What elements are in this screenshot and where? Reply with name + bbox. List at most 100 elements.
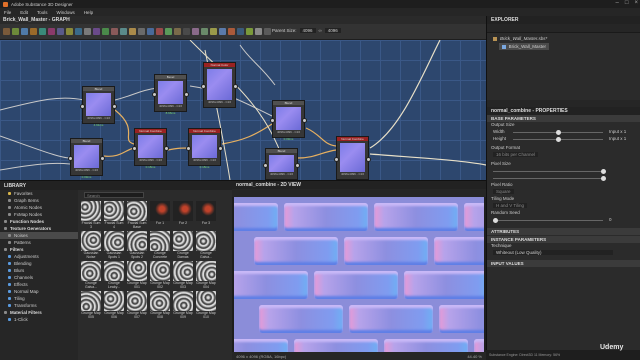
edge-detect-icon[interactable] [255,28,262,35]
pin-icon[interactable] [30,28,37,35]
seed-knob[interactable] [493,218,498,223]
transform-icon[interactable] [138,28,145,35]
node-output-port[interactable] [100,156,105,161]
library-category-patterns[interactable]: Patterns [0,239,78,246]
emboss-icon[interactable] [264,28,271,35]
attributes-header[interactable]: ATTRIBUTES [487,228,640,235]
node-input-port[interactable] [68,156,73,161]
library-category-normal-map[interactable]: Normal Map [0,288,78,295]
node-input-port[interactable] [152,92,157,97]
maximize-icon[interactable]: □ [625,0,629,6]
library-thumbnail[interactable]: Fractal Sum Base [127,201,147,230]
library-thumbnail[interactable]: Grunge Leaky... [104,261,124,290]
library-category-noises[interactable]: Noises [0,232,78,239]
pixel-ratio-dropdown[interactable]: Square [493,189,514,194]
library-thumbnail[interactable]: Grunge Map 005 [81,291,101,320]
graph-node[interactable]: Bevel 4096x4096 - C16 8.66ms [152,74,189,115]
graph-node[interactable]: Blend 4096x4096 - C16 0.09ms [270,100,307,141]
parent-size-width[interactable]: 4096 [299,28,316,33]
library-thumbnail[interactable]: Grunge Galva... [81,261,101,290]
width-slider-knob[interactable] [556,130,561,135]
library-thumbnail[interactable]: Fur 1 [150,201,170,230]
output-icon[interactable] [201,28,208,35]
pixel-size-knob-1[interactable] [601,169,606,174]
library-category-transforms[interactable]: Transforms [0,302,78,309]
library-category-favorites[interactable]: Favorites [0,190,78,197]
menu-item-tools[interactable]: Tools [37,10,48,15]
node-input-port[interactable] [132,146,137,151]
warp-icon[interactable] [165,28,172,35]
grayscale-icon[interactable] [111,28,118,35]
parent-size-height[interactable]: 4096 [324,28,341,33]
seed-slider[interactable] [493,218,603,223]
explorer-package[interactable]: Brick_Wall_Master.sbs* [493,36,634,41]
library-search-input[interactable]: Search [87,193,100,198]
library-category-fxmap-nodes[interactable]: FxMap Nodes [0,211,78,218]
graph-node[interactable]: Blend 4096x4096 - C16 0.09ms [68,138,105,179]
library-category-atomic-nodes[interactable]: Atomic Nodes [0,204,78,211]
library-category-1-click[interactable]: 1-Click [0,316,78,323]
view-2d-zoom[interactable]: 44.40 % [467,354,482,359]
explorer-graph-item[interactable]: Brick_Wall_Master [499,43,549,50]
library-search[interactable]: Search [84,192,144,198]
bitmap-icon[interactable] [57,28,64,35]
normal-map-preview[interactable] [234,197,484,353]
graph-node[interactable]: Normal Color 4096x4096 - C16 [201,62,238,108]
library-thumbnail[interactable]: Grunge Map 001 [127,261,147,290]
graph-canvas[interactable]: Blend 4096x4096 - C16 4.91ms Bevel 4096x4096… [0,40,486,180]
node-input-port[interactable] [201,84,206,89]
close-icon[interactable]: × [634,0,638,6]
library-thumbnail[interactable]: Fractal Sum 3 [81,201,101,230]
pixel-size-slider-2[interactable] [493,176,606,181]
library-thumbnail[interactable]: Grunge Map 004 [196,261,216,290]
tiling-dropdown[interactable]: H and V Tiling [493,203,528,208]
library-thumbnail[interactable]: Grunge Map 007 [127,291,147,320]
library-category-effects[interactable]: Effects [0,281,78,288]
pixel-size-knob-2[interactable] [601,176,606,181]
node-input-port[interactable] [263,163,268,168]
curve-icon[interactable] [129,28,136,35]
input-values-header[interactable]: INPUT VALUES [487,260,640,267]
instance-parameters-header[interactable]: INSTANCE PARAMETERS [487,236,640,243]
node-output-port[interactable] [184,92,189,97]
hsl-icon[interactable] [102,28,109,35]
node-output-port[interactable] [218,146,223,151]
node-input-port[interactable] [334,157,339,162]
height-slider-knob[interactable] [556,137,561,142]
library-category-filters[interactable]: Filters [0,246,78,253]
levels-icon[interactable] [93,28,100,35]
add-node-icon[interactable] [3,28,10,35]
library-thumbnail[interactable]: Gaussian Spots 2 [127,231,147,260]
library-category-blurs[interactable]: Blurs [0,267,78,274]
blur-icon[interactable] [147,28,154,35]
library-thumbnail[interactable]: Gaussian Spots 1 [104,231,124,260]
fxmap-icon[interactable] [228,28,235,35]
height-icon[interactable] [183,28,190,35]
library-thumbnail[interactable]: Grunge Concrete [150,231,170,260]
normal-icon[interactable] [174,28,181,35]
distance-icon[interactable] [246,28,253,35]
library-category-texture-generators[interactable]: Texture Generators [0,225,78,232]
library-thumbnail[interactable]: Fur 2 [173,201,193,230]
library-thumbnail[interactable]: Grunge Map 009 [173,291,193,320]
comment-icon[interactable] [12,28,19,35]
minimize-icon[interactable]: – [616,0,619,6]
node-output-port[interactable] [164,146,169,151]
ao-icon[interactable] [192,28,199,35]
library-thumbnail[interactable]: Grunge Map 008 [150,291,170,320]
library-category-graph-items[interactable]: Graph Items [0,197,78,204]
library-category-material-filters[interactable]: Material Filters [0,309,78,316]
pixel-size-slider-1[interactable] [493,169,606,174]
library-thumbnail[interactable]: Grunge Map 010 [196,291,216,320]
technique-dropdown[interactable]: Whiteout (Low Quality) [493,250,613,255]
graph-node[interactable]: Normal Combine4096x4096 - C160.18ms [334,136,371,180]
graph-node[interactable]: Normal Combine4096x4096 - C160.18ms [186,128,223,169]
library-thumbnail[interactable]: Gaussian Noise [81,231,101,260]
menu-item-edit[interactable]: Edit [20,10,28,15]
library-thumbnail[interactable]: Fractal Sum 4 [104,201,124,230]
library-thumbnail[interactable]: Grunge Map 006 [104,291,124,320]
width-slider[interactable] [513,130,603,135]
library-thumbnail[interactable]: Grunge Map 003 [173,261,193,290]
node-input-port[interactable] [186,146,191,151]
node-input-port[interactable] [80,104,85,109]
